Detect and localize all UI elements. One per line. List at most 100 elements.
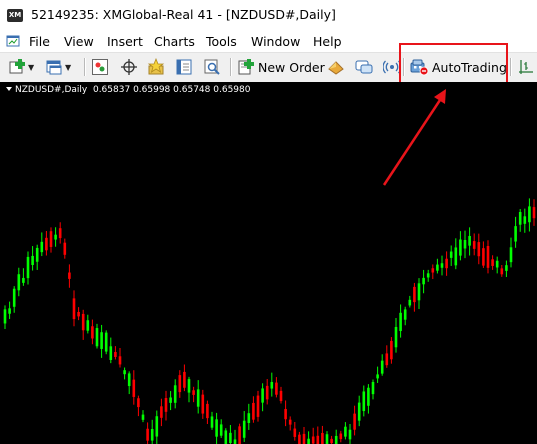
candle-body [123,370,126,375]
candle-body [270,382,274,389]
new-order-label: New Order [258,59,325,75]
candle-body [528,206,531,223]
candle-body [376,374,379,379]
candlestick-series [3,198,536,444]
candle-body [160,406,163,418]
candle-body [505,265,508,271]
candle-body [150,429,154,441]
mql5-button[interactable] [355,57,373,77]
menu-tools[interactable]: Tools [206,34,237,49]
candle-body [81,313,85,331]
candle-body [68,272,71,279]
profiles-icon [46,60,62,75]
triangle-down-icon [6,87,12,91]
candle-body [275,382,278,395]
candle-body [426,273,430,278]
candle-body [17,274,21,291]
candle-body [486,245,490,268]
menu-help[interactable]: Help [313,34,342,49]
new-chart-icon [9,59,25,74]
candle-body [224,430,228,444]
candle-body [385,353,389,366]
candle-body [413,286,416,303]
menu-file[interactable]: File [29,34,50,49]
candle-body [238,426,241,444]
candle-body [367,387,370,406]
candle-body [302,433,306,444]
candle-body [431,268,435,273]
candle-body [348,429,352,440]
candle-body [252,402,255,420]
chart-info: NZDUSD#,Daily 0.65837 0.65998 0.65748 0.… [6,85,250,95]
candle-body [288,419,292,425]
new-order-button[interactable]: New Order [237,57,325,77]
candle-body [440,263,444,268]
favorites-icon [147,58,165,75]
metaeditor-button[interactable] [327,57,345,77]
candle-body [417,283,421,301]
candle-body [495,260,499,268]
candle-body [40,241,44,253]
candle-body [31,255,34,265]
candle-body [353,413,356,430]
candle-body [371,381,375,395]
candle-body [344,426,347,437]
menu-window[interactable]: Window [251,34,300,49]
period-button[interactable] [517,57,535,77]
favorites-button[interactable] [147,57,165,77]
candle-body [187,379,191,393]
chart-window-icon[interactable] [6,34,20,48]
candle-body [491,259,494,266]
candle-body [109,346,113,360]
candle-body [141,414,145,420]
candle-body [183,371,186,388]
candle-body [463,239,467,249]
candle-body [54,234,57,240]
candle-body [459,239,462,256]
candle-body [72,298,76,320]
candle-body [233,439,237,444]
strategy-tester-button[interactable] [203,57,221,77]
candle-body [265,385,269,400]
candle-body [58,228,62,239]
candle-body [206,403,209,419]
new-chart-button[interactable]: ▼ [9,57,34,77]
candle-body [178,375,182,393]
chart-open: 0.65837 [92,85,131,95]
candle-body [316,435,320,444]
period-icon [519,60,533,74]
candle-body [477,242,481,257]
candle-body [325,434,329,444]
candle-body [293,428,297,437]
candle-body [256,395,260,417]
candle-body [91,326,94,339]
chevron-down-icon: ▼ [28,62,35,72]
candle-body [334,435,338,444]
candle-body [307,438,310,444]
menu-insert[interactable]: Insert [107,34,143,49]
candle-body [155,416,159,437]
candle-body [22,277,25,283]
menu-charts[interactable]: Charts [154,34,195,49]
navigator-button[interactable] [175,57,193,77]
candle-body [100,332,103,349]
candle-body [449,251,453,258]
market-watch-button[interactable] [91,57,109,77]
candle-body [210,416,214,428]
market-watch-icon [92,59,108,75]
price-chart[interactable]: NZDUSD#,Daily 0.65837 0.65998 0.65748 0.… [0,82,537,444]
candle-body [390,340,393,360]
candle-body [132,379,136,397]
candle-body [127,373,131,387]
candle-body [104,332,108,352]
candle-body [192,390,195,395]
candle-body [380,360,384,374]
candle-body [311,436,315,444]
candle-body [468,235,471,246]
candle-body [408,299,412,306]
profiles-button[interactable]: ▼ [46,57,71,77]
candle-body [219,424,223,436]
menu-view[interactable]: View [64,34,94,49]
candle-body [8,308,11,314]
crosshair-button[interactable] [120,57,138,77]
